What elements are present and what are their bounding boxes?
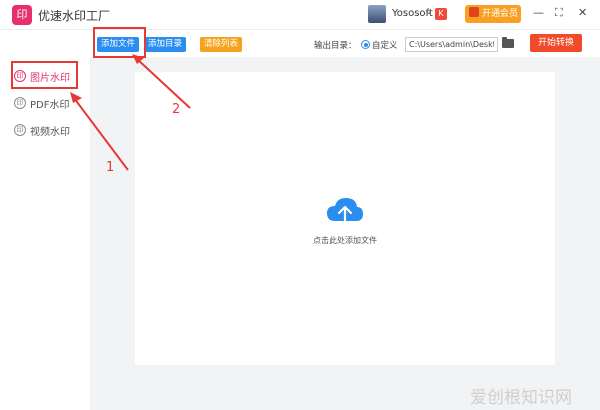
folder-icon[interactable]: [502, 37, 514, 48]
close-button[interactable]: ✕: [578, 6, 587, 19]
site-watermark: 爱创根知识网: [470, 388, 572, 408]
file-drop-zone[interactable]: 点击此处添加文件: [135, 72, 555, 365]
content-area: 点击此处添加文件: [90, 57, 600, 410]
output-path-input[interactable]: [405, 37, 498, 52]
add-folder-button[interactable]: 添加目录: [144, 37, 187, 52]
sidebar-item-pdf-watermark[interactable]: 印 PDF水印: [14, 93, 69, 113]
highlight-box-sidebar: [11, 61, 78, 89]
title-bar: 印 优速水印工厂 Yososoft ⌄ K 开通会员 — ⛶ ✕: [0, 0, 600, 30]
app-logo-icon: 印: [12, 5, 32, 25]
sidebar-item-video-watermark[interactable]: 印 视频水印: [14, 120, 70, 140]
user-badge-icon: K: [435, 8, 447, 20]
cloud-upload-icon[interactable]: [325, 195, 365, 227]
user-avatar[interactable]: [368, 5, 386, 23]
output-dir-label: 输出目录：: [314, 41, 357, 51]
stamp-icon: 印: [14, 124, 26, 136]
sidebar-item-label: PDF水印: [30, 99, 70, 111]
clear-list-button[interactable]: 清除列表: [200, 37, 243, 52]
sidebar-item-label: 视频水印: [30, 126, 70, 138]
vip-button[interactable]: 开通会员: [465, 5, 521, 23]
start-convert-button[interactable]: 开始转换: [530, 34, 582, 52]
custom-radio[interactable]: [361, 40, 370, 49]
vip-icon: [469, 7, 479, 17]
vip-label: 开通会员: [482, 9, 519, 19]
annotation-step-1: 1: [106, 160, 115, 175]
annotation-step-2: 2: [172, 102, 181, 117]
drop-zone-hint[interactable]: 点击此处添加文件: [135, 235, 555, 246]
app-title: 优速水印工厂: [38, 9, 111, 23]
toolbar: 添加文件 添加目录 清除列表 输出目录： 自定义 开始转换: [90, 31, 600, 57]
highlight-box-add-file: [93, 27, 146, 58]
stamp-icon: 印: [14, 97, 26, 109]
maximize-button[interactable]: ⛶: [555, 6, 563, 20]
custom-radio-label[interactable]: 自定义: [372, 39, 398, 51]
chevron-down-icon[interactable]: ⌄: [425, 7, 433, 17]
minimize-button[interactable]: —: [533, 6, 544, 19]
